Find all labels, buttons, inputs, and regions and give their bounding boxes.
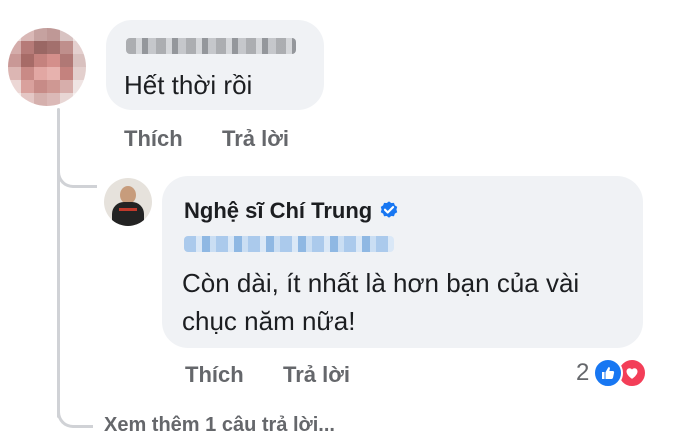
like-button[interactable]: Thích [124, 126, 183, 152]
reply-text: Còn dài, ít nhất là hơn bạn của vài chục… [182, 268, 580, 336]
thread-line [57, 108, 60, 418]
avatar-accent [119, 208, 137, 211]
verified-badge-icon [380, 201, 398, 218]
reaction-summary[interactable]: 2 [576, 358, 648, 388]
see-more-replies-link[interactable]: Xem thêm 1 câu trả lời... [104, 414, 335, 437]
reply-author-name[interactable]: Nghệ sĩ Chí Trung [184, 198, 372, 224]
reply-button[interactable]: Trả lời [283, 362, 350, 388]
like-icon [593, 358, 624, 388]
avatar[interactable] [104, 178, 152, 226]
avatar[interactable] [8, 28, 86, 106]
reply-bubble: Nghệ sĩ Chí Trung Còn dài, ít nhất là hơ… [162, 176, 643, 348]
reaction-count: 2 [576, 359, 590, 386]
thread-connector-more [57, 398, 93, 428]
avatar-body [112, 202, 144, 226]
reply-author[interactable]: Nghệ sĩ Chí Trung [184, 198, 400, 224]
comment-text: Hết thời rồi [124, 70, 253, 100]
reply-button[interactable]: Trả lời [222, 126, 289, 152]
blurred-author-name [126, 38, 296, 54]
comment-bubble: Hết thời rồi [106, 20, 324, 110]
thread-connector-reply [57, 158, 97, 188]
comment-thread: Hết thời rồi Thích Trả lời Nghệ sĩ Chí T… [0, 0, 700, 441]
blurred-mentioned-name [184, 236, 394, 252]
like-button[interactable]: Thích [185, 362, 244, 388]
